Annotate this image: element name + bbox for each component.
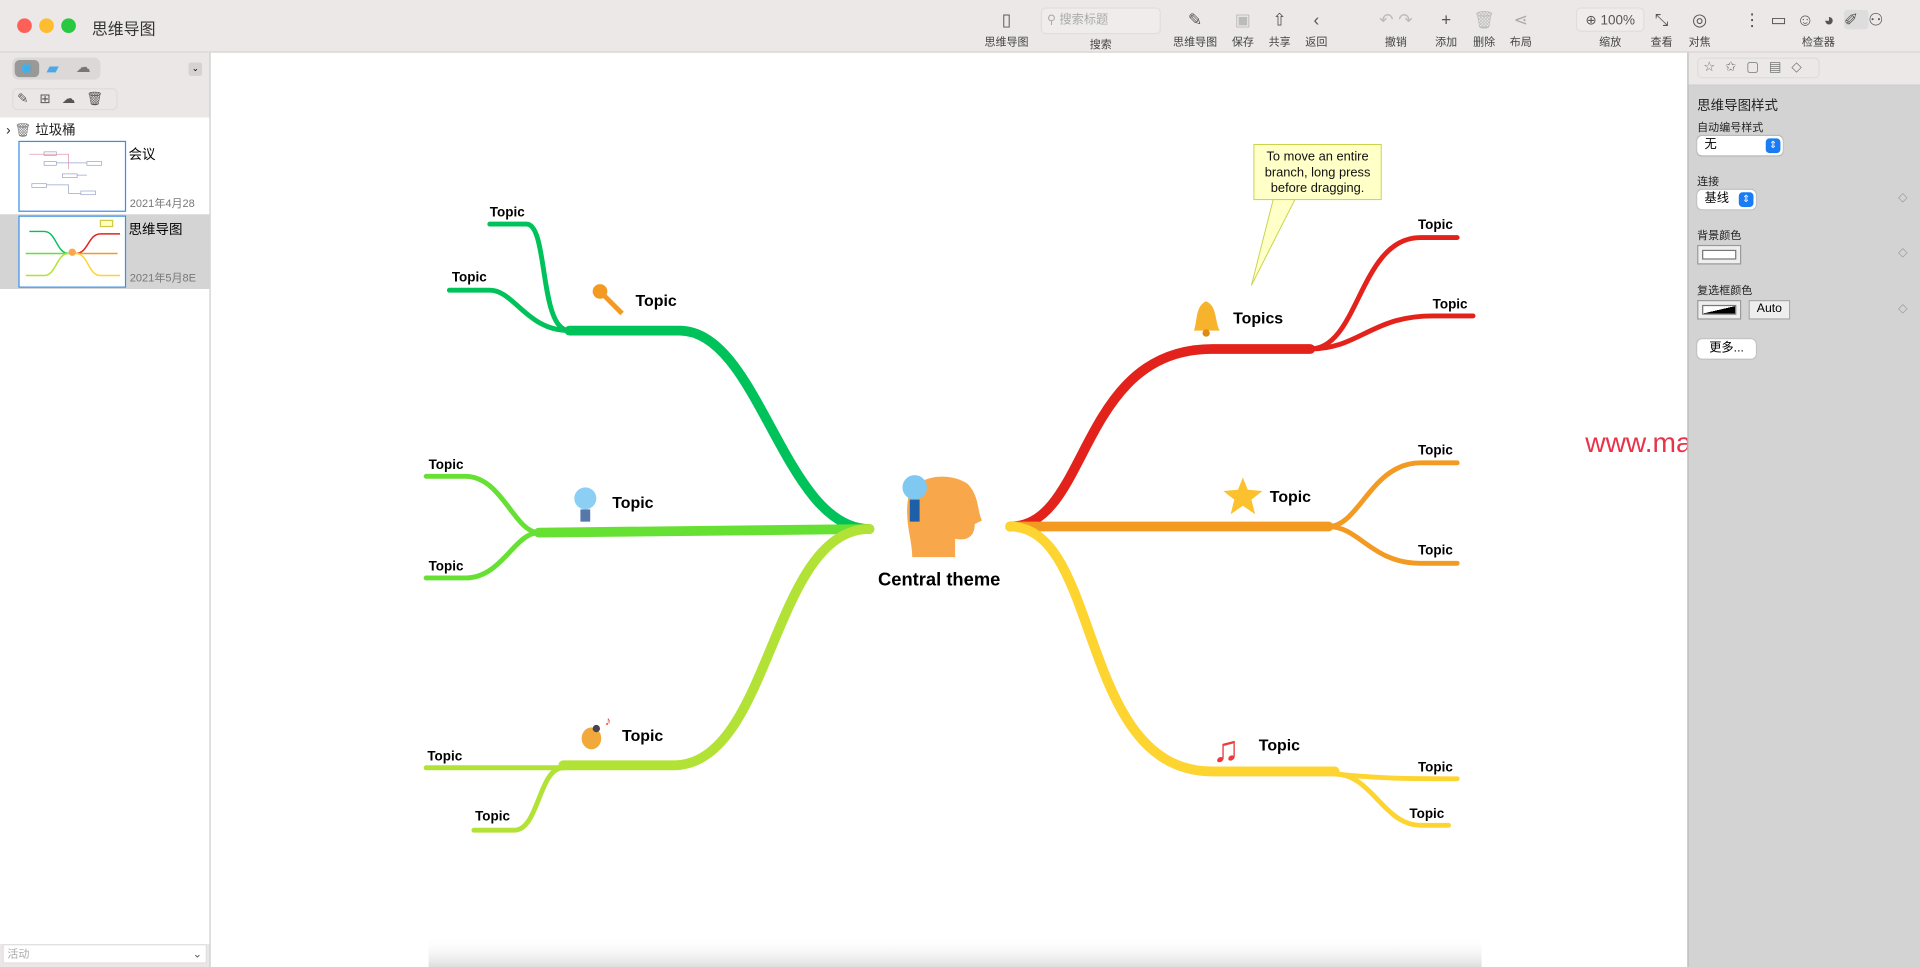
inspector-panel: ☆✩▢▤◇ 思维导图样式 自动编号样式 无 ⇕ 连接 基线 ⇕ ◇ 背景颜色 ◇ 复… bbox=[1687, 52, 1920, 967]
central-theme[interactable]: Central theme bbox=[878, 475, 1000, 589]
bird-icon: ♪ bbox=[581, 714, 611, 750]
topic-bulb[interactable]: Topic bbox=[612, 495, 653, 512]
eraser-icon[interactable]: ◇ bbox=[1893, 302, 1913, 319]
eraser-icon[interactable]: ◇ bbox=[1791, 60, 1811, 75]
more-button[interactable]: 更多... bbox=[1697, 339, 1756, 359]
topic-star[interactable]: Topic bbox=[1270, 489, 1311, 506]
subtopic[interactable]: Topic bbox=[427, 748, 462, 763]
numbering-style-select[interactable]: 无 ⇕ bbox=[1697, 135, 1783, 156]
branch-bulb bbox=[423, 473, 875, 581]
svg-text:To move an entire: To move an entire bbox=[1267, 148, 1369, 163]
key-icon bbox=[592, 284, 624, 316]
subtopic[interactable]: Topic bbox=[475, 808, 510, 823]
topic-music[interactable]: Topic bbox=[1259, 738, 1300, 755]
topic-bird[interactable]: Topic bbox=[622, 728, 663, 745]
subtopic[interactable]: Topic bbox=[1433, 297, 1468, 312]
branch-bird bbox=[423, 524, 875, 833]
music-note-icon: ♫ bbox=[1212, 729, 1240, 770]
subtopic[interactable]: Topic bbox=[1418, 442, 1453, 457]
subtopic[interactable]: Topic bbox=[1418, 217, 1453, 232]
bell-icon bbox=[1193, 301, 1220, 337]
star-icon bbox=[1223, 477, 1263, 515]
branch-music bbox=[1005, 521, 1460, 828]
subtopic[interactable]: Topic bbox=[1418, 543, 1453, 558]
subtopic[interactable]: Topic bbox=[452, 270, 487, 285]
subtopic[interactable]: Topic bbox=[1409, 806, 1444, 821]
apply-style-icon[interactable]: ▢ bbox=[1746, 60, 1769, 75]
lightbulb-icon bbox=[902, 475, 927, 500]
topic-key[interactable]: Topic bbox=[636, 293, 677, 310]
checkbox-color-well[interactable] bbox=[1697, 300, 1742, 320]
background-color-well[interactable] bbox=[1697, 244, 1742, 265]
star-add-icon[interactable]: ✩ bbox=[1725, 60, 1746, 75]
topic-bell[interactable]: Topics bbox=[1233, 310, 1283, 327]
paste-style-icon[interactable]: ▤ bbox=[1769, 60, 1792, 75]
lightbulb-icon bbox=[574, 487, 597, 522]
subtopic[interactable]: Topic bbox=[490, 205, 525, 220]
eraser-icon[interactable]: ◇ bbox=[1893, 246, 1913, 263]
subtopic[interactable]: Topic bbox=[429, 559, 464, 574]
branch-star bbox=[1005, 460, 1460, 566]
svg-text:before dragging.: before dragging. bbox=[1271, 180, 1365, 195]
page-shadow bbox=[428, 936, 1482, 967]
callout-note[interactable]: To move an entire branch, long press bef… bbox=[1250, 144, 1382, 286]
eraser-icon[interactable]: ◇ bbox=[1893, 191, 1913, 208]
checkbox-auto-button[interactable]: Auto bbox=[1748, 300, 1791, 320]
section-title: 思维导图样式 bbox=[1697, 99, 1778, 114]
mindmap-canvas[interactable]: Central theme Topic Topic Topic Topic To… bbox=[0, 0, 1920, 967]
svg-text:branch, long press: branch, long press bbox=[1265, 164, 1371, 179]
svg-text:Central theme: Central theme bbox=[878, 568, 1000, 589]
updown-chevron-icon: ⇕ bbox=[1765, 138, 1781, 154]
svg-text:♪: ♪ bbox=[605, 714, 611, 728]
star-icon[interactable]: ☆ bbox=[1703, 60, 1725, 75]
updown-chevron-icon: ⇕ bbox=[1738, 192, 1754, 207]
branch-key bbox=[446, 221, 875, 534]
connection-select[interactable]: 基线 ⇕ bbox=[1697, 189, 1756, 210]
subtopic[interactable]: Topic bbox=[1418, 759, 1453, 774]
subtopic[interactable]: Topic bbox=[429, 457, 464, 472]
